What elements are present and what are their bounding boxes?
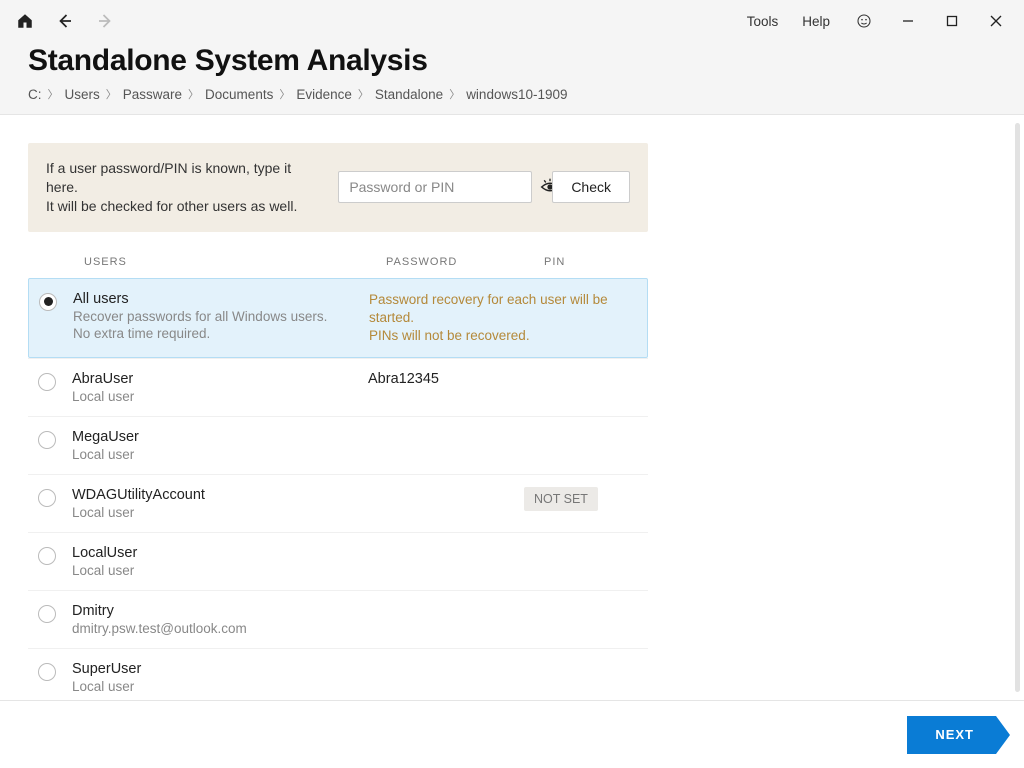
user-subtitle: Local user bbox=[72, 563, 368, 578]
pin-cell: NOT SET bbox=[524, 487, 640, 511]
not-set-badge: NOT SET bbox=[524, 487, 598, 511]
user-name: Dmitry bbox=[72, 603, 368, 619]
content: If a user password/PIN is known, type it… bbox=[0, 115, 1024, 700]
table-row[interactable]: Dmitry dmitry.psw.test@outlook.com bbox=[28, 590, 648, 648]
user-name: WDAGUtilityAccount bbox=[72, 487, 368, 503]
table-row[interactable]: AbraUser Local userAbra12345 bbox=[28, 358, 648, 416]
check-button[interactable]: Check bbox=[552, 171, 630, 203]
user-name: SuperUser bbox=[72, 661, 368, 677]
footer: NEXT bbox=[0, 700, 1024, 768]
breadcrumb-separator-icon: 〉 bbox=[188, 86, 199, 102]
table-header: USERS PASSWORD PIN bbox=[28, 246, 648, 278]
radio-user[interactable] bbox=[38, 489, 56, 507]
breadcrumb-separator-icon: 〉 bbox=[279, 86, 290, 102]
password-input[interactable] bbox=[339, 179, 540, 195]
all-users-sub1: Recover passwords for all Windows users. bbox=[73, 309, 369, 324]
next-button[interactable]: NEXT bbox=[907, 716, 996, 754]
breadcrumb-separator-icon: 〉 bbox=[358, 86, 369, 102]
user-subtitle: Local user bbox=[72, 505, 368, 520]
password-input-wrap bbox=[338, 171, 532, 203]
radio-all-users[interactable] bbox=[39, 293, 57, 311]
breadcrumb-segment[interactable]: C: bbox=[28, 87, 42, 102]
table-row[interactable]: SuperUser Local user bbox=[28, 648, 648, 700]
password-cell: Abra12345 bbox=[368, 371, 524, 387]
page-title: Standalone System Analysis bbox=[28, 44, 996, 78]
row-all-users[interactable]: All users Recover passwords for all Wind… bbox=[28, 278, 648, 359]
feedback-icon[interactable] bbox=[842, 6, 886, 36]
minimize-button[interactable] bbox=[886, 6, 930, 36]
table-row[interactable]: LocalUser Local user bbox=[28, 532, 648, 590]
table-row[interactable]: MegaUser Local user bbox=[28, 416, 648, 474]
user-subtitle: Local user bbox=[72, 389, 368, 404]
all-users-sub2: No extra time required. bbox=[73, 326, 369, 341]
table-row[interactable]: WDAGUtilityAccount Local user NOT SET bbox=[28, 474, 648, 532]
radio-user[interactable] bbox=[38, 373, 56, 391]
close-button[interactable] bbox=[974, 6, 1018, 36]
user-subtitle: Local user bbox=[72, 679, 368, 694]
breadcrumb-segment[interactable]: windows10-1909 bbox=[466, 87, 567, 102]
back-button[interactable] bbox=[46, 6, 84, 36]
scrollbar[interactable] bbox=[1015, 123, 1020, 692]
all-users-note2: PINs will not be recovered. bbox=[369, 327, 639, 345]
all-users-title: All users bbox=[73, 291, 369, 307]
radio-user[interactable] bbox=[38, 663, 56, 681]
user-name: MegaUser bbox=[72, 429, 368, 445]
radio-user[interactable] bbox=[38, 431, 56, 449]
forward-button[interactable] bbox=[86, 6, 124, 36]
titlebar: Tools Help bbox=[0, 0, 1024, 42]
menu-help[interactable]: Help bbox=[790, 8, 842, 35]
header: Standalone System Analysis C: 〉 Users 〉 Pass… bbox=[0, 42, 1024, 115]
menu-tools[interactable]: Tools bbox=[735, 8, 791, 35]
breadcrumb-separator-icon: 〉 bbox=[449, 86, 460, 102]
user-name: AbraUser bbox=[72, 371, 368, 387]
breadcrumb-segment[interactable]: Evidence bbox=[296, 87, 352, 102]
home-button[interactable] bbox=[6, 6, 44, 36]
hint-text: If a user password/PIN is known, type it… bbox=[46, 159, 318, 216]
col-header-pin: PIN bbox=[544, 256, 648, 268]
breadcrumb: C: 〉 Users 〉 Passware 〉 Documents 〉 Evidence 〉 Sta… bbox=[28, 86, 996, 102]
user-name: LocalUser bbox=[72, 545, 368, 561]
col-header-users: USERS bbox=[84, 256, 386, 268]
breadcrumb-separator-icon: 〉 bbox=[48, 86, 59, 102]
user-subtitle: dmitry.psw.test@outlook.com bbox=[72, 621, 368, 636]
breadcrumb-segment[interactable]: Passware bbox=[123, 87, 182, 102]
col-header-password: PASSWORD bbox=[386, 256, 544, 268]
maximize-button[interactable] bbox=[930, 6, 974, 36]
users-table: USERS PASSWORD PIN All users Recover pas… bbox=[28, 246, 648, 700]
radio-user[interactable] bbox=[38, 547, 56, 565]
radio-user[interactable] bbox=[38, 605, 56, 623]
breadcrumb-segment[interactable]: Documents bbox=[205, 87, 273, 102]
breadcrumb-segment[interactable]: Users bbox=[65, 87, 100, 102]
password-hint-box: If a user password/PIN is known, type it… bbox=[28, 143, 648, 232]
breadcrumb-separator-icon: 〉 bbox=[106, 86, 117, 102]
breadcrumb-segment[interactable]: Standalone bbox=[375, 87, 443, 102]
user-subtitle: Local user bbox=[72, 447, 368, 462]
all-users-note1: Password recovery for each user will be … bbox=[369, 291, 639, 327]
